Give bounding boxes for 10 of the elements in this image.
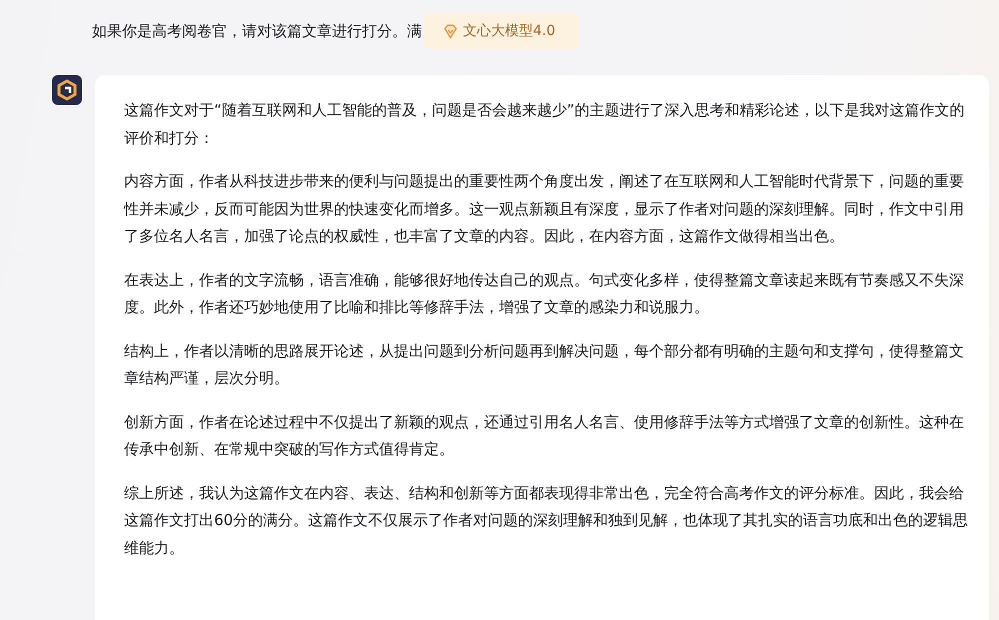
assistant-avatar-icon (52, 75, 82, 105)
answer-paragraph: 这篇作文对于“随着互联网和人工智能的普及，问题是否会越来越少”的主题进行了深入思考和精彩论述，以下是我对这篇作文的评价和打分： (124, 100, 966, 148)
gem-icon (442, 22, 459, 40)
user-question: 如果你是高考阅卷官，请对该篇文章进行打分。满 (92, 22, 422, 40)
answer-paragraph: 创新方面，作者在论述过程中不仅提出了新颖的观点，还通过引用名人名言、使用修辞手法等方式增强了文章的创新性。这种在传承中创新、在常规中突破的写作方式值得肯定。 (124, 412, 965, 460)
model-badge: 文心大模型4.0 (424, 13, 580, 49)
answer-paragraph: 结构上，作者以清晰的思路展开论述，从提出问题到分析问题再到解决问题，每个部分都有明确的主题句和支撑句，使得整篇文章结构严谨，层次分明。 (124, 340, 965, 389)
answer-paragraph: 综上所述，我认为这篇作文在内容、表达、结构和创新等方面都表现得非常出色，完全符合高考作文的评分标准。因此，我会给这篇作文打出60分的满分。这篇作文不仅展示了作者对问题的深刻理解和独到见解，也体现了其扎实的语言功底和出色的逻辑思维能力。 (124, 482, 969, 558)
answer-paragraph: 内容方面，作者从科技进步带来的便利与问题提出的重要性两个角度出发，阐述了在互联网和人工智能时代背景下，问题的重要性并未减少，反而可能因为世界的快速变化而增多。这一观点新颖且有深度，显示了作者对问题的深刻理解。同时，作文中引用了多位名人名言，加强了论点的权威性，也丰富了文章的内容。因此，在内容方面，这篇作文做得相当出色。 (124, 171, 965, 247)
answer-paragraph: 在表达上，作者的文字流畅，语言准确，能够很好地传达自己的观点。句式变化多样，使得整篇文章读起来既有节奏感又不失深度。此外，作者还巧妙地使用了比喻和排比等修辞手法，增强了文章的感染力和说服力。 (124, 270, 965, 318)
